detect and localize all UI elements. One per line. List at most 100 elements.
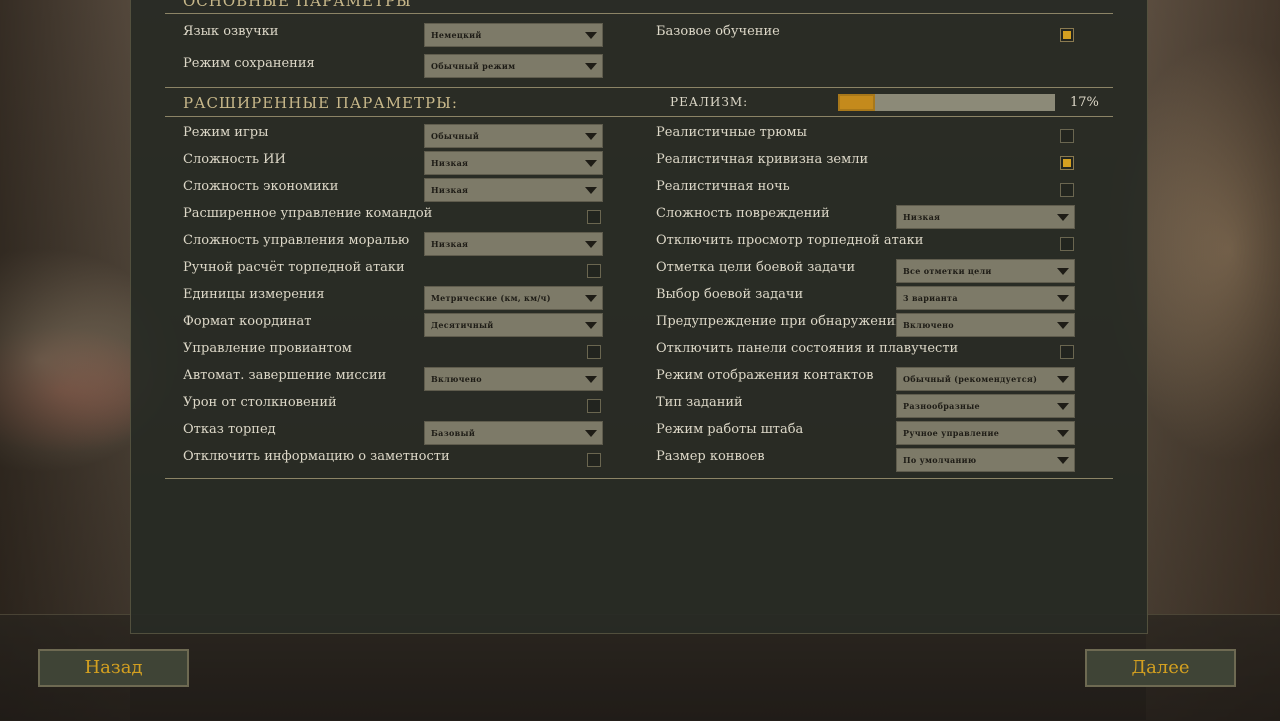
realism-percent: 17%	[1070, 95, 1099, 110]
chevron-down-icon	[585, 241, 597, 248]
setting-checkbox[interactable]	[587, 264, 601, 278]
setting-label: Отключить информацию о заметности	[183, 449, 450, 464]
chevron-down-icon	[585, 63, 597, 70]
setting-dropdown-value: Метрические (км, км/ч)	[431, 293, 551, 303]
setting-dropdown[interactable]: Включено	[896, 313, 1075, 337]
setting-dropdown-value: Все отметки цели	[903, 266, 992, 276]
setting-label: Реалистичные трюмы	[656, 125, 807, 140]
setting-dropdown[interactable]: По умолчанию	[896, 448, 1075, 472]
setting-dropdown[interactable]: Базовый	[424, 421, 603, 445]
setting-label: Автомат. завершение миссии	[183, 368, 387, 383]
setting-label: Выбор боевой задачи	[656, 287, 804, 302]
chevron-down-icon	[585, 32, 597, 39]
setting-checkbox[interactable]	[587, 399, 601, 413]
setting-dropdown[interactable]: Низкая	[424, 178, 603, 202]
setting-dropdown-value: Десятичный	[431, 320, 494, 330]
chevron-down-icon	[1057, 376, 1069, 383]
setting-dropdown-value: Низкая	[431, 239, 469, 249]
basic-section-title: ОСНОВНЫЕ ПАРАМЕТРЫ	[183, 0, 412, 10]
setting-label: Отключить панели состояния и плавучести	[656, 341, 959, 356]
advanced-section-title: РАСШИРЕННЫЕ ПАРАМЕТРЫ:	[183, 94, 458, 112]
setting-dropdown-value: Низкая	[431, 158, 469, 168]
background-right	[1146, 0, 1280, 720]
setting-dropdown[interactable]: Включено	[424, 367, 603, 391]
save-mode-value: Обычный режим	[431, 61, 516, 71]
setting-label: Тип заданий	[656, 395, 743, 410]
setting-label: Сложность управления моралью	[183, 233, 410, 248]
setting-dropdown[interactable]: Метрические (км, км/ч)	[424, 286, 603, 310]
setting-checkbox[interactable]	[1060, 237, 1074, 251]
voice-language-value: Немецкий	[431, 30, 482, 40]
setting-dropdown[interactable]: 3 варианта	[896, 286, 1075, 310]
realism-label: РЕАЛИЗМ:	[670, 95, 749, 109]
chevron-down-icon	[585, 133, 597, 140]
setting-dropdown[interactable]: Десятичный	[424, 313, 603, 337]
realism-bar	[838, 94, 1055, 111]
setting-checkbox[interactable]	[1060, 183, 1074, 197]
setting-dropdown[interactable]: Разнообразные	[896, 394, 1075, 418]
setting-label: Урон от столкновений	[183, 395, 337, 410]
setting-checkbox[interactable]	[1060, 156, 1074, 170]
chevron-down-icon	[1057, 214, 1069, 221]
voice-language-label: Язык озвучки	[183, 24, 279, 39]
chevron-down-icon	[585, 376, 597, 383]
setting-label: Реалистичная кривизна земли	[656, 152, 869, 167]
background-left	[0, 0, 130, 720]
advanced-divider	[165, 116, 1113, 117]
chevron-down-icon	[585, 322, 597, 329]
setting-checkbox[interactable]	[587, 453, 601, 467]
advanced-divider-top	[165, 87, 1113, 88]
advanced-divider-bottom	[165, 478, 1113, 479]
chevron-down-icon	[1057, 268, 1069, 275]
setting-checkbox[interactable]	[587, 345, 601, 359]
setting-label: Отметка цели боевой задачи	[656, 260, 856, 275]
chevron-down-icon	[1057, 430, 1069, 437]
setting-dropdown[interactable]: Низкая	[424, 151, 603, 175]
setting-label: Сложность экономики	[183, 179, 339, 194]
tutorial-checkbox[interactable]	[1060, 28, 1074, 42]
setting-checkbox[interactable]	[1060, 129, 1074, 143]
setting-label: Расширенное управление командой	[183, 206, 433, 221]
save-mode-dropdown[interactable]: Обычный режим	[424, 54, 603, 78]
setting-dropdown[interactable]: Низкая	[424, 232, 603, 256]
voice-language-dropdown[interactable]: Немецкий	[424, 23, 603, 47]
back-button[interactable]: Назад	[38, 649, 189, 687]
chevron-down-icon	[585, 295, 597, 302]
setting-dropdown-value: Низкая	[431, 185, 469, 195]
chevron-down-icon	[1057, 403, 1069, 410]
setting-checkbox[interactable]	[1060, 345, 1074, 359]
setting-dropdown-value: Базовый	[431, 428, 476, 438]
setting-label: Отключить просмотр торпедной атаки	[656, 233, 924, 248]
setting-dropdown[interactable]: Низкая	[896, 205, 1075, 229]
setting-checkbox[interactable]	[587, 210, 601, 224]
setting-label: Ручной расчёт торпедной атаки	[183, 260, 405, 275]
setting-dropdown-value: Низкая	[903, 212, 941, 222]
setting-dropdown-value: Включено	[903, 320, 954, 330]
setting-dropdown[interactable]: Обычный	[424, 124, 603, 148]
setting-label: Размер конвоев	[656, 449, 765, 464]
chevron-down-icon	[1057, 457, 1069, 464]
setting-label: Отказ торпед	[183, 422, 276, 437]
setting-label: Формат координат	[183, 314, 312, 329]
setting-label: Реалистичная ночь	[656, 179, 790, 194]
chevron-down-icon	[1057, 322, 1069, 329]
setting-dropdown-value: Разнообразные	[903, 401, 980, 411]
setting-dropdown[interactable]: Обычный (рекомендуется)	[896, 367, 1075, 391]
setting-dropdown[interactable]: Ручное управление	[896, 421, 1075, 445]
tutorial-label: Базовое обучение	[656, 24, 780, 39]
setting-label: Режим отображения контактов	[656, 368, 874, 383]
chevron-down-icon	[585, 187, 597, 194]
setting-label: Режим игры	[183, 125, 269, 140]
save-mode-label: Режим сохранения	[183, 56, 315, 71]
setting-dropdown-value: Ручное управление	[903, 428, 1000, 438]
setting-dropdown-value: Обычный	[431, 131, 480, 141]
setting-dropdown[interactable]: Все отметки цели	[896, 259, 1075, 283]
next-button[interactable]: Далее	[1085, 649, 1236, 687]
setting-label: Сложность повреждений	[656, 206, 830, 221]
setting-label: Сложность ИИ	[183, 152, 286, 167]
setting-dropdown-value: Включено	[431, 374, 482, 384]
basic-divider	[165, 13, 1113, 14]
setting-label: Режим работы штаба	[656, 422, 804, 437]
chevron-down-icon	[585, 430, 597, 437]
chevron-down-icon	[1057, 295, 1069, 302]
